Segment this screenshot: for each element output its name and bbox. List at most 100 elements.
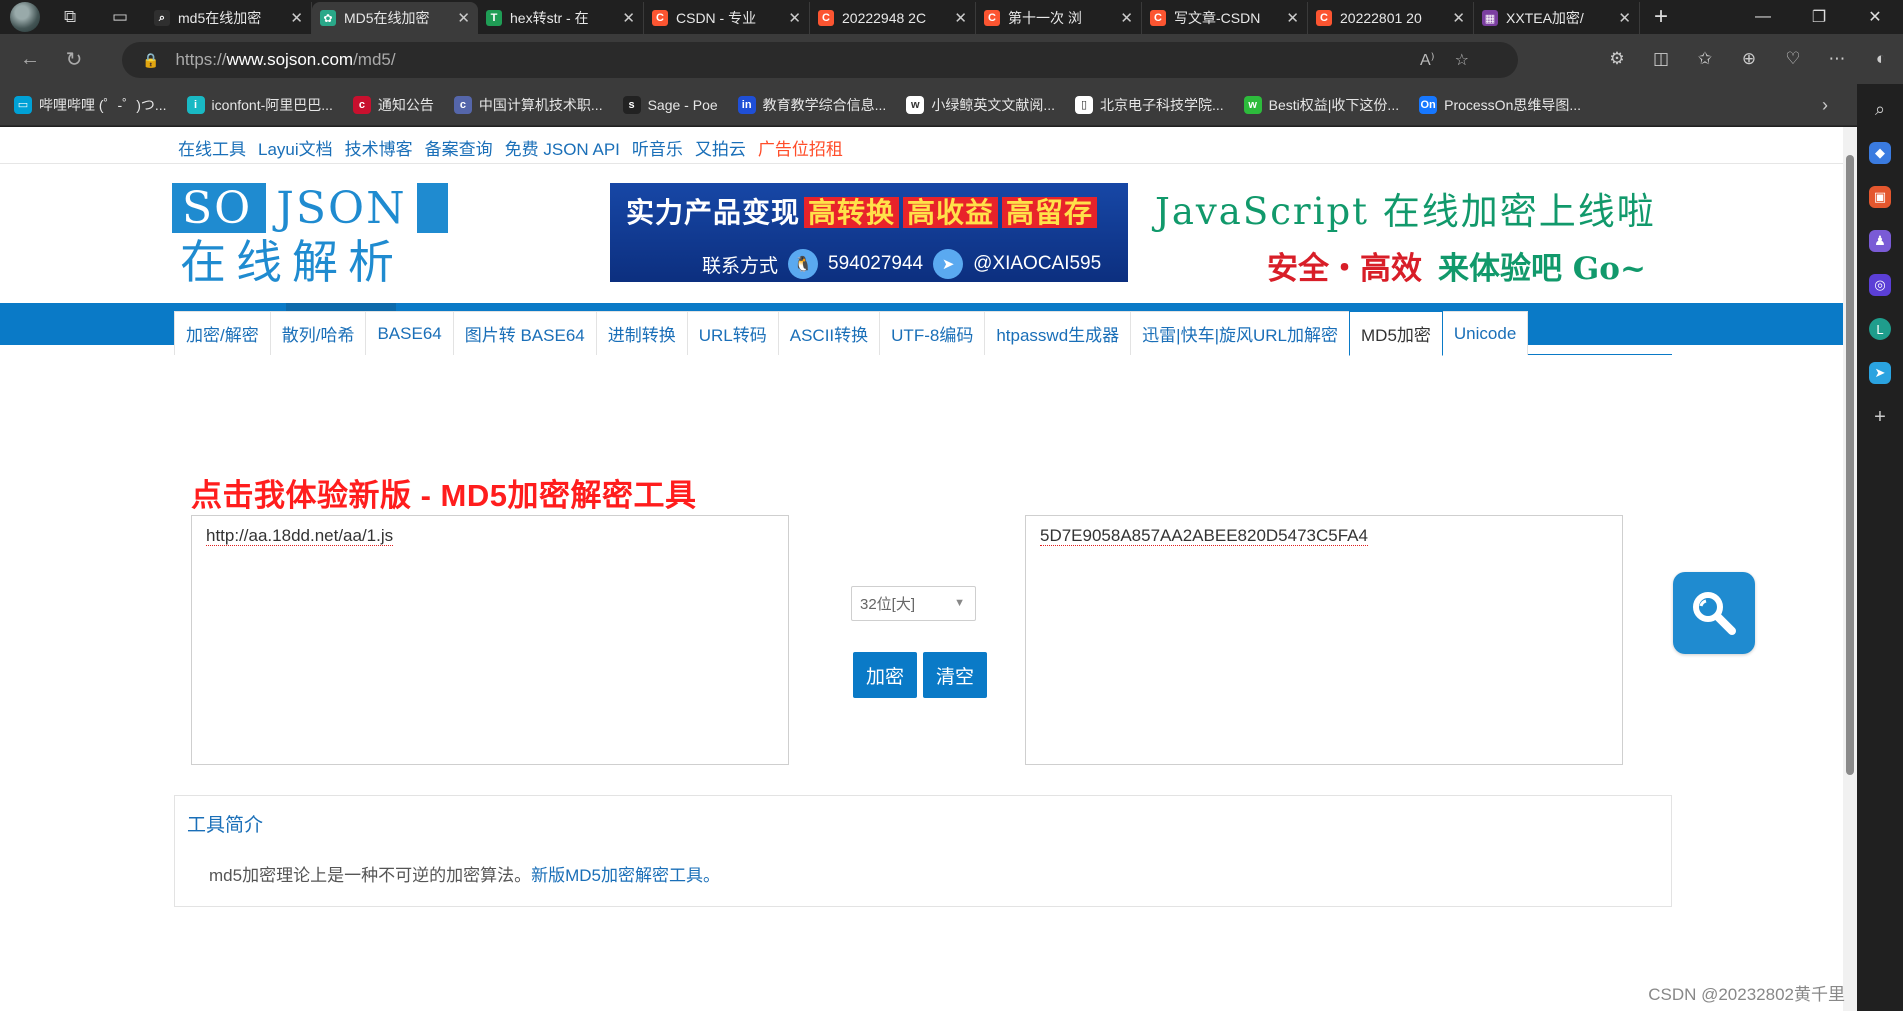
bookmark-item[interactable]: w Besti权益|收下这份...	[1243, 95, 1399, 115]
sub-tab[interactable]: 进制转换	[595, 311, 688, 355]
close-tab-icon[interactable]: ✕	[954, 9, 967, 27]
site-top-link[interactable]: Layui文档	[258, 135, 333, 160]
bookmark-item[interactable]: w 小绿鲸英文文献阅...	[906, 95, 1055, 115]
browser-tab[interactable]: ▦ XXTEA加密/ ✕	[1474, 2, 1640, 34]
browser-tab[interactable]: C 写文章-CSDN ✕	[1142, 2, 1308, 34]
close-tab-icon[interactable]: ✕	[290, 9, 303, 27]
telegram-icon[interactable]: ➤	[1869, 362, 1891, 384]
close-tab-icon[interactable]: ✕	[1286, 9, 1299, 27]
sub-tab[interactable]: UTF-8编码	[879, 311, 986, 355]
close-tab-icon[interactable]: ✕	[622, 9, 635, 27]
copilot-icon[interactable]: ◐	[1859, 49, 1903, 69]
back-icon[interactable]: ←	[8, 48, 52, 71]
url-path: /md5/	[353, 50, 396, 69]
search-icon[interactable]: ⌕	[1869, 98, 1891, 120]
linkedin-icon[interactable]: L	[1869, 318, 1891, 340]
s-icon: s	[622, 95, 641, 114]
bookmark-item[interactable]: i iconfont-阿里巴巴...	[186, 95, 333, 115]
close-tab-icon[interactable]: ✕	[1120, 9, 1133, 27]
ad-slot-link[interactable]: 广告位招租	[758, 135, 843, 160]
sub-tab[interactable]: ASCII转换	[777, 311, 881, 355]
favorites-icon[interactable]: ✩	[1683, 49, 1727, 69]
bookmark-item[interactable]: c 通知公告	[352, 95, 434, 115]
close-tab-icon[interactable]: ✕	[788, 9, 801, 27]
close-tab-icon[interactable]: ✕	[1618, 9, 1631, 27]
browser-tab[interactable]: C 第十一次 浏 ✕	[976, 2, 1142, 34]
toolbox-icon[interactable]: ▣	[1869, 186, 1891, 208]
close-tab-icon[interactable]: ✕	[1452, 9, 1465, 27]
extensions-icon[interactable]: ⚙	[1595, 49, 1639, 69]
page-scrollbar[interactable]	[1843, 127, 1857, 1011]
site-top-link[interactable]: 免费 JSON API	[505, 135, 620, 160]
mode-select[interactable]: 32位[大] ▼	[851, 586, 976, 621]
read-aloud-icon[interactable]: A⁾	[1420, 50, 1435, 70]
C-icon: C	[1316, 10, 1332, 26]
workspaces-icon[interactable]: ⧉	[64, 7, 76, 27]
bookmark-item[interactable]: ▭ 哔哩哔哩 (゜-゜)つ...	[14, 95, 167, 115]
more-menu-icon[interactable]: ⋯	[1815, 49, 1859, 69]
copilot-app-icon[interactable]: ◎	[1869, 274, 1891, 296]
sub-tab[interactable]: 加密/解密	[174, 311, 271, 355]
bookmark-item[interactable]: s Sage - Poe	[622, 95, 718, 114]
clear-button[interactable]: 清空	[923, 652, 987, 698]
banner-highlight-2: 高收益	[903, 197, 999, 228]
site-top-link[interactable]: 技术博客	[345, 135, 413, 160]
encrypt-button[interactable]: 加密	[853, 652, 917, 698]
input-textarea[interactable]: http://aa.18dd.net/aa/1.js	[191, 515, 789, 765]
site-top-link[interactable]: 备案查询	[425, 135, 493, 160]
site-top-link[interactable]: 听音乐	[632, 135, 683, 160]
js-encrypt-ad[interactable]: JavaScript 在线加密上线啦 安全・高效 来体验吧 Go~	[1155, 181, 1675, 291]
browser-tab[interactable]: C CSDN - 专业 ✕	[644, 2, 810, 34]
add-sidebar-app-icon[interactable]: +	[1869, 406, 1891, 428]
minimize-icon[interactable]: —	[1735, 0, 1791, 34]
browser-tab[interactable]: Thex转str - 在 ✕	[478, 2, 644, 34]
scrollbar-thumb[interactable]	[1846, 155, 1854, 775]
bookmark-item[interactable]: On ProcessOn思维导图...	[1419, 95, 1581, 115]
new-tab-button[interactable]: +	[1654, 3, 1668, 31]
games-icon[interactable]: ♟	[1869, 230, 1891, 252]
tab-title: 20222801 20	[1340, 10, 1422, 26]
browser-tab[interactable]: ✿ MD5在线加密 ✕	[312, 2, 478, 34]
refresh-icon[interactable]: ↻	[52, 47, 96, 72]
bookmark-label: 中国计算机技术职...	[478, 96, 603, 113]
site-top-link[interactable]: 又拍云	[695, 135, 746, 160]
sub-tab[interactable]: 图片转 BASE64	[452, 311, 597, 355]
lock-icon[interactable]: 🔒	[142, 52, 159, 69]
tab-title: hex转str - 在	[510, 10, 589, 26]
close-tab-icon[interactable]: ✕	[457, 9, 470, 27]
tab-actions-menu-icon[interactable]: ▭	[112, 7, 128, 27]
sub-tab[interactable]: Unicode	[1441, 311, 1529, 355]
restore-icon[interactable]: ❐	[1791, 0, 1847, 34]
banner-contact-label: 联系方式	[702, 255, 779, 277]
promo-link[interactable]: 点击我体验新版 - MD5加密解密工具	[191, 470, 697, 515]
sub-tab[interactable]: BASE64	[365, 311, 454, 355]
sub-tab[interactable]: URL转码	[686, 311, 779, 355]
browser-tab[interactable]: C 20222948 2C ✕	[810, 2, 976, 34]
site-top-link[interactable]: 在线工具	[178, 135, 246, 160]
intro-new-version-link[interactable]: 新版MD5加密解密工具。	[531, 866, 720, 885]
url-field[interactable]: 🔒 https://www.sojson.com/md5/	[122, 42, 1518, 78]
favorite-star-icon[interactable]: ☆	[1455, 50, 1469, 70]
bookmark-item[interactable]: c 中国计算机技术职...	[453, 95, 603, 115]
search-float-button[interactable]	[1673, 572, 1755, 654]
C-icon: C	[984, 10, 1000, 26]
bookmark-item[interactable]: ▯ 北京电子科技学院...	[1075, 95, 1224, 115]
profile-avatar[interactable]	[10, 2, 40, 32]
tag-icon[interactable]: ◆	[1869, 142, 1891, 164]
banner-ad[interactable]: 实力产品变现 高转换 高收益 高留存 联系方式 🐧 594027944 ➤ @XIAO…	[610, 183, 1128, 282]
bookmark-item[interactable]: in 教育教学综合信息...	[737, 95, 886, 115]
collections-icon[interactable]: ⊕	[1727, 49, 1771, 69]
close-window-icon[interactable]: ✕	[1847, 0, 1903, 34]
browser-tab[interactable]: C 20222801 20 ✕	[1308, 2, 1474, 34]
split-screen-icon[interactable]: ◫	[1639, 49, 1683, 69]
sub-tab[interactable]: MD5加密	[1349, 311, 1443, 356]
bookmarks-overflow-icon[interactable]: ›	[1822, 84, 1841, 126]
output-textarea[interactable]: 5D7E9058A857AA2ABEE820D5473C5FA4	[1025, 515, 1623, 765]
browser-essentials-icon[interactable]: ♡	[1771, 49, 1815, 69]
sojson-logo[interactable]: SO JSON 在线解析	[172, 183, 448, 291]
sub-tab[interactable]: 迅雷|快车|旋风URL加解密	[1130, 311, 1350, 355]
sub-tab[interactable]: 散列/哈希	[269, 311, 367, 355]
tab-title: md5在线加密	[178, 10, 262, 26]
browser-tab[interactable]: ⌕ md5在线加密 ✕	[146, 2, 312, 34]
sub-tab[interactable]: htpasswd生成器	[984, 311, 1132, 355]
